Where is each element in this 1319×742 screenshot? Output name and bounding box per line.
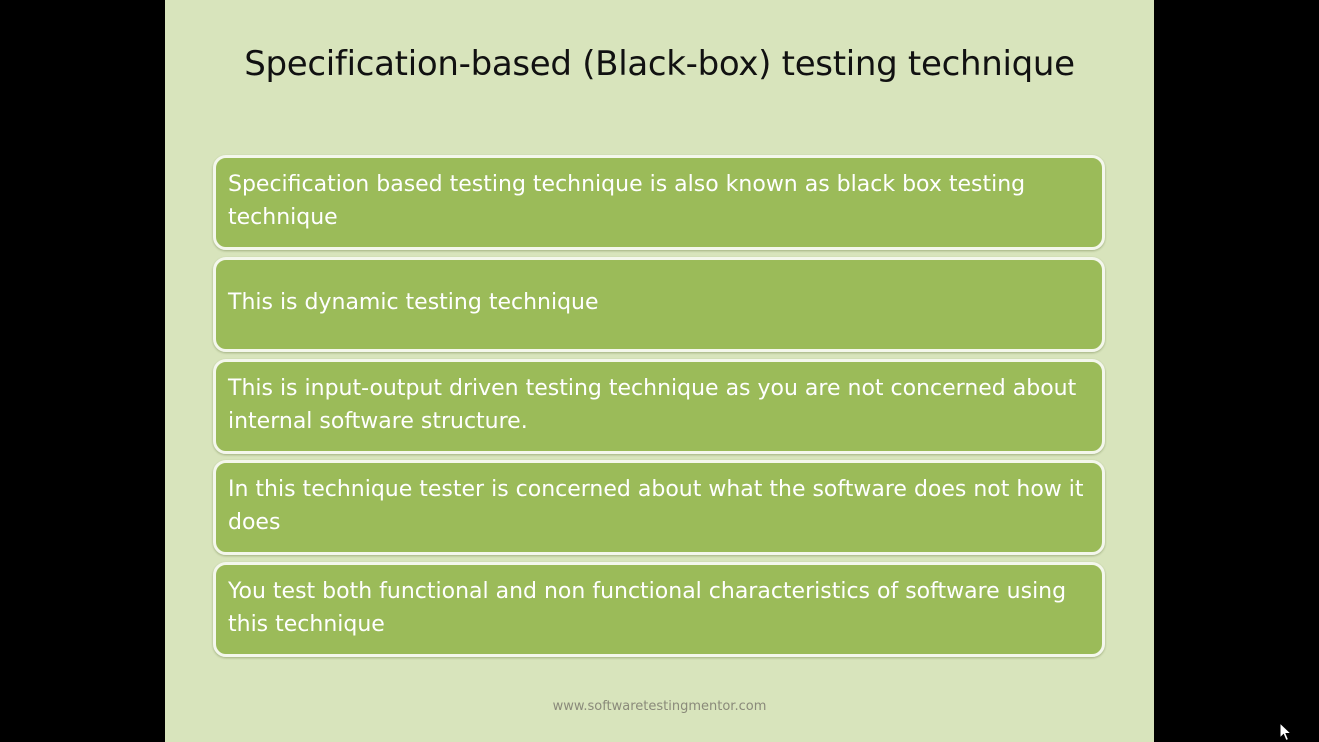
- point-box-4: In this technique tester is concerned ab…: [213, 460, 1105, 555]
- point-text: Specification based testing technique is…: [228, 171, 1026, 230]
- footer-url: www.softwaretestingmentor.com: [552, 699, 767, 714]
- point-text: You test both functional and non functio…: [228, 578, 1067, 637]
- point-text: This is dynamic testing technique: [228, 290, 599, 315]
- video-frame: Specification-based (Black-box) testing …: [0, 0, 1319, 742]
- point-text: This is input-output driven testing tech…: [228, 375, 1077, 434]
- presentation-slide: Specification-based (Black-box) testing …: [165, 0, 1154, 742]
- point-box-1: Specification based testing technique is…: [213, 155, 1105, 250]
- point-box-3: This is input-output driven testing tech…: [213, 359, 1105, 454]
- slide-title: Specification-based (Black-box) testing …: [244, 44, 1075, 84]
- point-box-5: You test both functional and non functio…: [213, 562, 1105, 657]
- point-box-2: This is dynamic testing technique: [213, 257, 1105, 352]
- point-text: In this technique tester is concerned ab…: [228, 476, 1084, 535]
- mouse-pointer-icon: [1279, 722, 1293, 742]
